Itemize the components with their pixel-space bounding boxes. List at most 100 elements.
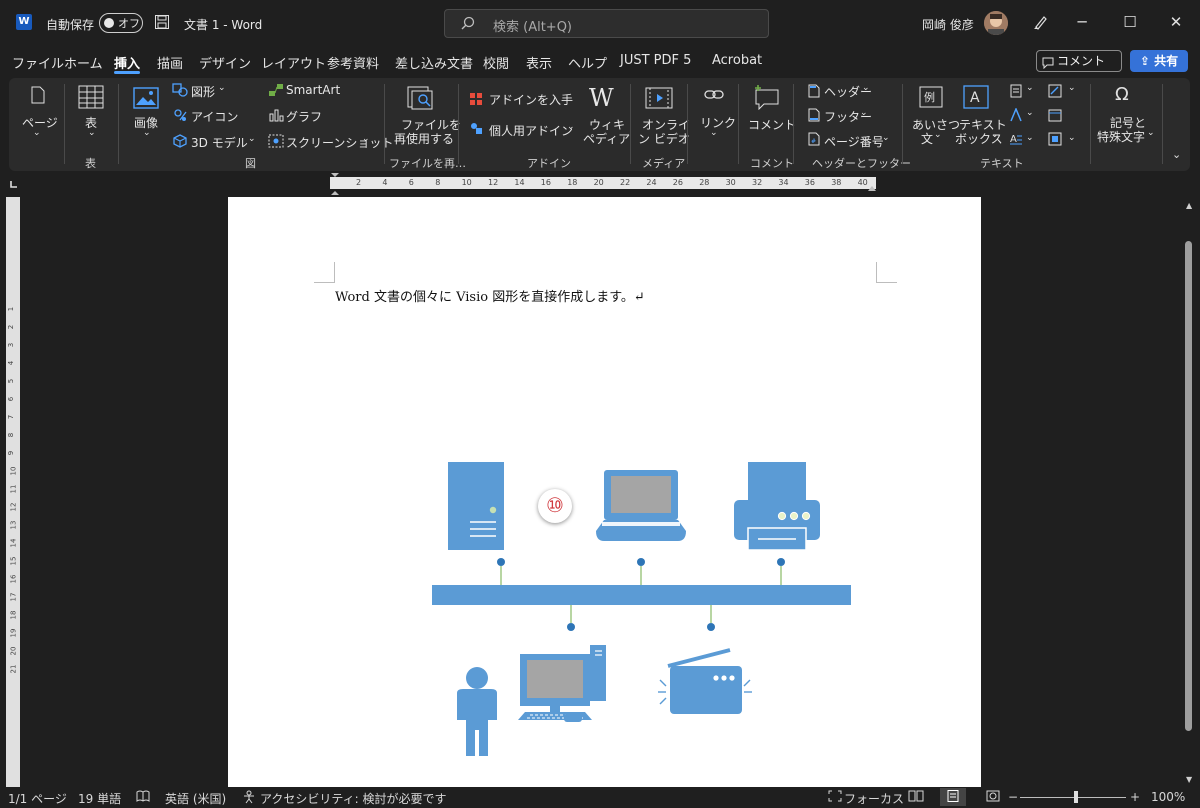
chevron-down-icon: ⌄: [218, 83, 226, 93]
tab-home[interactable]: ホーム: [64, 53, 103, 72]
ruler-tick-label: 32: [752, 178, 763, 187]
vruler-tick-label: 8: [7, 432, 16, 438]
close-button[interactable]: ✕: [1164, 10, 1188, 34]
print-layout-icon[interactable]: [946, 790, 960, 805]
document-body-text[interactable]: Word 文書の個々に Visio 図形を直接作成します。↵: [335, 286, 645, 305]
read-mode-icon[interactable]: [908, 790, 924, 805]
reuse-files-label-2[interactable]: 再使用する: [394, 130, 454, 147]
chevron-down-icon: ⌄: [1026, 108, 1034, 118]
tab-design[interactable]: デザイン: [199, 53, 251, 72]
smartart-button[interactable]: SmartArt: [286, 83, 340, 97]
vruler-tick-label: 19: [9, 628, 18, 638]
screenshot-icon: [268, 134, 284, 151]
search-placeholder: 検索 (Alt+Q): [493, 20, 573, 35]
autosave-toggle[interactable]: オフ: [99, 13, 143, 33]
zoom-level[interactable]: 100%: [1151, 790, 1185, 804]
language-indicator[interactable]: 英語 (米国): [165, 790, 226, 807]
vertical-scrollbar[interactable]: ▲ ▼: [1182, 197, 1196, 789]
chevron-down-icon: ⌄: [934, 130, 942, 140]
group-label-table: 表: [85, 157, 96, 170]
word-logo-icon: W: [16, 14, 32, 30]
designer-pen-icon[interactable]: [1032, 13, 1050, 34]
chevron-down-icon: ⌄: [1026, 133, 1034, 143]
tab-draw[interactable]: 描画: [157, 53, 183, 72]
tab-just-pdf[interactable]: JUST PDF 5: [620, 53, 691, 68]
accessibility-status[interactable]: アクセシビリティ: 検討が必要です: [260, 790, 447, 807]
ruler-tick-label: 16: [540, 178, 551, 187]
indent-marker-icon[interactable]: [330, 172, 340, 199]
visio-network-diagram[interactable]: [430, 458, 855, 767]
scrollbar-thumb[interactable]: [1185, 241, 1192, 731]
step-number: ⑩: [546, 493, 564, 517]
focus-mode-button[interactable]: フォーカス: [844, 790, 904, 807]
symbols-label-2[interactable]: 特殊文字: [1097, 128, 1145, 145]
vruler-tick-label: 14: [9, 538, 18, 548]
web-layout-icon[interactable]: [986, 790, 1000, 805]
search-icon: [461, 16, 475, 34]
link-button[interactable]: リンク: [700, 114, 736, 131]
chevron-down-icon: ⌄: [1147, 128, 1155, 138]
tab-view[interactable]: 表示: [526, 53, 552, 72]
vruler-tick-label: 6: [7, 396, 16, 402]
tab-review[interactable]: 校閲: [483, 53, 509, 72]
tab-references[interactable]: 参考資料: [327, 53, 379, 72]
icons-button[interactable]: アイコン: [191, 108, 238, 125]
ribbon-collapse-chevron-icon[interactable]: ⌄: [1172, 148, 1181, 161]
vruler-tick-label: 9: [7, 450, 16, 456]
new-comment-icon: [752, 84, 780, 113]
book-icon[interactable]: [136, 790, 150, 805]
vruler-tick-label: 5: [7, 378, 16, 384]
tab-help[interactable]: ヘルプ: [568, 53, 607, 72]
comments-button[interactable]: コメント ⌄: [1036, 50, 1122, 88]
zoom-out-button[interactable]: −: [1008, 790, 1018, 804]
get-addins-button[interactable]: アドインを入手: [489, 91, 573, 108]
zoom-slider[interactable]: [1020, 797, 1126, 798]
comment-button[interactable]: コメント: [748, 116, 796, 133]
my-addins-button[interactable]: 個人用アドイン: [489, 122, 573, 139]
fax-shape: [658, 648, 752, 714]
chevron-down-icon: ⌄: [143, 128, 151, 138]
chevron-down-icon: ⌄: [248, 134, 256, 144]
chevron-down-icon: ⌄: [1068, 133, 1076, 143]
search-box[interactable]: 検索 (Alt+Q): [444, 9, 769, 38]
screenshot-button[interactable]: スクリーンショット: [286, 134, 393, 151]
share-icon: ⇪: [1139, 54, 1155, 68]
tab-selector-icon[interactable]: [9, 178, 19, 188]
chart-icon: [268, 108, 284, 125]
3d-model-icon: [172, 134, 188, 151]
avatar[interactable]: [984, 11, 1008, 35]
scroll-down-arrow-icon[interactable]: ▼: [1186, 775, 1192, 784]
ruler-tick-label: 10: [461, 178, 472, 187]
signature-line-icon: [1048, 84, 1062, 101]
greeting-label-2[interactable]: 文: [921, 130, 933, 147]
save-icon[interactable]: [154, 14, 170, 33]
maximize-button[interactable]: ☐: [1118, 10, 1142, 34]
store-icon: [469, 92, 483, 109]
tab-layout[interactable]: レイアウト: [261, 53, 326, 72]
tab-insert[interactable]: 挿入: [114, 53, 140, 72]
group-label-comments: コメント: [750, 157, 794, 170]
tab-file[interactable]: ファイル: [12, 53, 64, 72]
focus-icon: [828, 790, 842, 805]
online-video-label-2[interactable]: ン ビデオ: [638, 130, 690, 147]
chart-button[interactable]: グラフ: [286, 108, 322, 125]
3d-model-button[interactable]: 3D モデル: [191, 134, 248, 151]
zoom-slider-thumb[interactable]: [1074, 791, 1078, 803]
ruler-tick-label: 18: [567, 178, 578, 187]
word-count[interactable]: 19 単語: [78, 790, 121, 807]
right-indent-marker-icon[interactable]: [867, 181, 877, 195]
share-button[interactable]: ⇪ 共有: [1130, 50, 1188, 72]
tab-mailings[interactable]: 差し込み文書: [395, 53, 473, 72]
wikipedia-label-2[interactable]: ペディア: [583, 130, 630, 147]
minimize-button[interactable]: ─: [1070, 10, 1094, 34]
ruler-tick-label: 24: [646, 178, 657, 187]
active-tab-indicator: [114, 71, 140, 74]
shapes-button[interactable]: 図形: [191, 83, 215, 100]
tab-acrobat[interactable]: Acrobat: [712, 53, 762, 68]
page-number-button[interactable]: ページ番号: [824, 133, 884, 150]
autosave-label: 自動保存: [46, 18, 95, 32]
scroll-up-arrow-icon[interactable]: ▲: [1186, 201, 1192, 210]
ribbon-separator: [1090, 84, 1091, 164]
zoom-in-button[interactable]: +: [1130, 790, 1140, 804]
page-count[interactable]: 1/1 ページ: [8, 790, 67, 807]
